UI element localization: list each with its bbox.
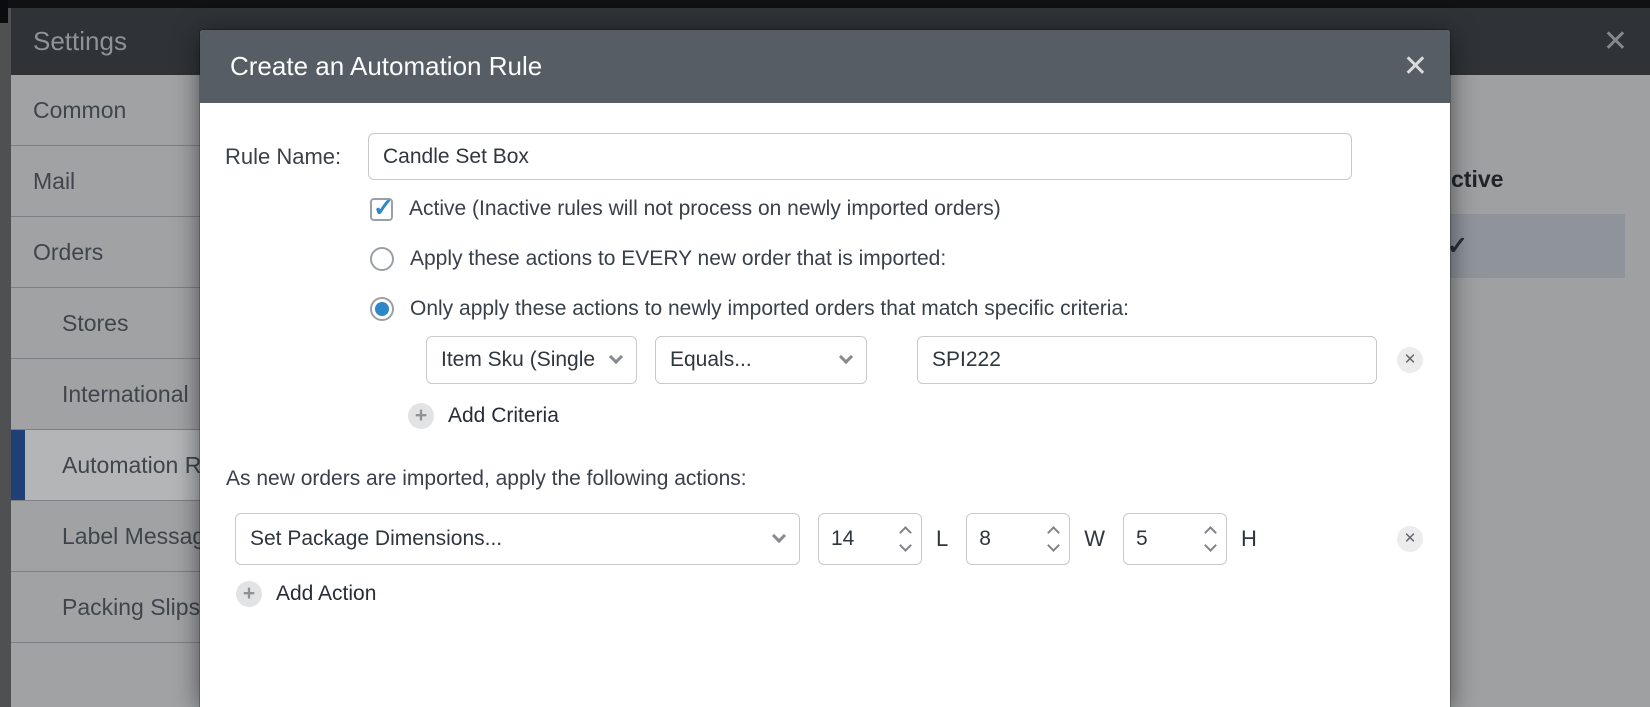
stepper-up-icon[interactable] <box>1047 526 1061 539</box>
modal-body: Rule Name: ✓ Active (Inactive rules will… <box>200 103 1450 707</box>
apply-every-option-row: Apply these actions to EVERY new order t… <box>370 246 946 272</box>
add-action-label: Add Action <box>276 582 377 605</box>
stepper-down-icon[interactable] <box>1047 539 1061 552</box>
action-type-select[interactable]: Set Package Dimensions... <box>235 513 800 565</box>
modal-close-icon[interactable]: ✕ <box>1403 30 1428 103</box>
sidebar-item-label: International <box>62 380 189 407</box>
active-checkbox-label: Active (Inactive rules will not process … <box>409 197 1001 220</box>
stepper-up-icon[interactable] <box>899 526 912 539</box>
sidebar-item-label: Common <box>33 96 127 123</box>
settings-title: Settings <box>33 26 127 56</box>
criteria-row: Item Sku (Single Equals... <box>426 336 1377 384</box>
width-unit-label: W <box>1084 526 1106 551</box>
sidebar-item-mail[interactable]: Mail <box>11 146 217 217</box>
screen: Settings ✕ Common Mail Orders Stores Int… <box>0 0 1650 707</box>
rule-table-row: ✓ <box>1433 214 1625 278</box>
length-unit-label: L <box>936 526 949 551</box>
sidebar-item-label: Stores <box>62 309 129 336</box>
add-criteria-button[interactable]: + Add Criteria <box>408 403 559 429</box>
page-top-strip <box>0 0 1650 8</box>
sidebar-item-label: Mail <box>33 167 76 194</box>
rule-name-input[interactable] <box>368 133 1352 180</box>
sidebar-item-label-messages[interactable]: Label Messag <box>11 501 217 572</box>
width-value: 8 <box>979 527 991 550</box>
apply-criteria-option-row: Only apply these actions to newly import… <box>370 296 1129 322</box>
rule-name-label: Rule Name: <box>225 143 342 169</box>
stepper-arrows[interactable] <box>899 526 912 552</box>
apply-criteria-radio[interactable] <box>370 297 394 321</box>
page-corner-block <box>0 0 8 23</box>
stepper-arrows[interactable] <box>1204 526 1217 552</box>
sidebar-item-label: Orders <box>33 238 104 265</box>
active-option-row: ✓ Active (Inactive rules will not proces… <box>370 194 1001 222</box>
checkmark-icon: ✓ <box>373 193 394 222</box>
criteria-field-select[interactable]: Item Sku (Single <box>426 336 637 384</box>
length-value: 14 <box>831 527 855 550</box>
length-stepper[interactable]: 14 <box>818 513 922 565</box>
width-stepper[interactable]: 8 <box>966 513 1071 565</box>
sidebar-item-label: Packing Slips <box>62 593 201 620</box>
stepper-down-icon[interactable] <box>1204 539 1217 552</box>
actions-heading: As new orders are imported, apply the fo… <box>226 467 747 490</box>
automation-rule-modal: Create an Automation Rule ✕ Rule Name: ✓… <box>200 30 1450 707</box>
sidebar-item-automation-rules[interactable]: Automation R <box>11 430 217 501</box>
modal-title: Create an Automation Rule <box>230 51 543 81</box>
action-row: Set Package Dimensions... 14 L 8 W 5 H <box>235 513 1257 565</box>
action-type-value: Set Package Dimensions... <box>250 527 503 550</box>
check-icon: ✓ <box>1447 232 1468 260</box>
sidebar-item-packing-slips[interactable]: Packing Slips <box>11 572 217 643</box>
add-action-button[interactable]: + Add Action <box>236 581 376 607</box>
sidebar-item-label: Label Messag <box>62 522 206 549</box>
add-criteria-label: Add Criteria <box>448 404 559 427</box>
remove-criteria-icon[interactable]: ✕ <box>1397 347 1423 373</box>
height-stepper[interactable]: 5 <box>1123 513 1228 565</box>
remove-action-icon[interactable]: ✕ <box>1397 526 1423 552</box>
sidebar-item-common[interactable]: Common <box>11 75 217 146</box>
stepper-up-icon[interactable] <box>1204 526 1217 539</box>
sidebar-item-international[interactable]: International <box>11 359 217 430</box>
apply-every-radio[interactable] <box>370 247 394 271</box>
selected-indicator-bar <box>11 430 25 500</box>
settings-close-icon[interactable]: ✕ <box>1603 8 1628 75</box>
apply-every-radio-label: Apply these actions to EVERY new order t… <box>410 247 947 270</box>
active-checkbox[interactable]: ✓ <box>370 194 394 222</box>
active-column-header: ctive <box>1451 166 1504 192</box>
criteria-operator-value: Equals... <box>670 348 752 371</box>
criteria-field-value: Item Sku (Single <box>441 348 596 371</box>
modal-header: Create an Automation Rule ✕ <box>200 30 1450 103</box>
settings-sidebar: Common Mail Orders Stores International … <box>11 75 217 707</box>
sidebar-item-stores[interactable]: Stores <box>11 288 217 359</box>
apply-criteria-radio-label: Only apply these actions to newly import… <box>410 297 1129 320</box>
plus-icon: + <box>408 403 434 429</box>
rule-name-row: Rule Name: <box>225 133 1425 180</box>
criteria-operator-select[interactable]: Equals... <box>655 336 867 384</box>
criteria-value-input[interactable] <box>917 336 1377 384</box>
plus-icon: + <box>236 581 262 607</box>
height-unit-label: H <box>1241 526 1257 551</box>
sidebar-item-label: Automation R <box>62 451 202 478</box>
stepper-down-icon[interactable] <box>899 539 912 552</box>
chevron-down-icon <box>771 528 787 544</box>
chevron-down-icon <box>608 349 624 365</box>
chevron-down-icon <box>838 349 854 365</box>
sidebar-item-orders[interactable]: Orders <box>11 217 217 288</box>
height-value: 5 <box>1136 527 1148 550</box>
stepper-arrows[interactable] <box>1047 526 1061 552</box>
